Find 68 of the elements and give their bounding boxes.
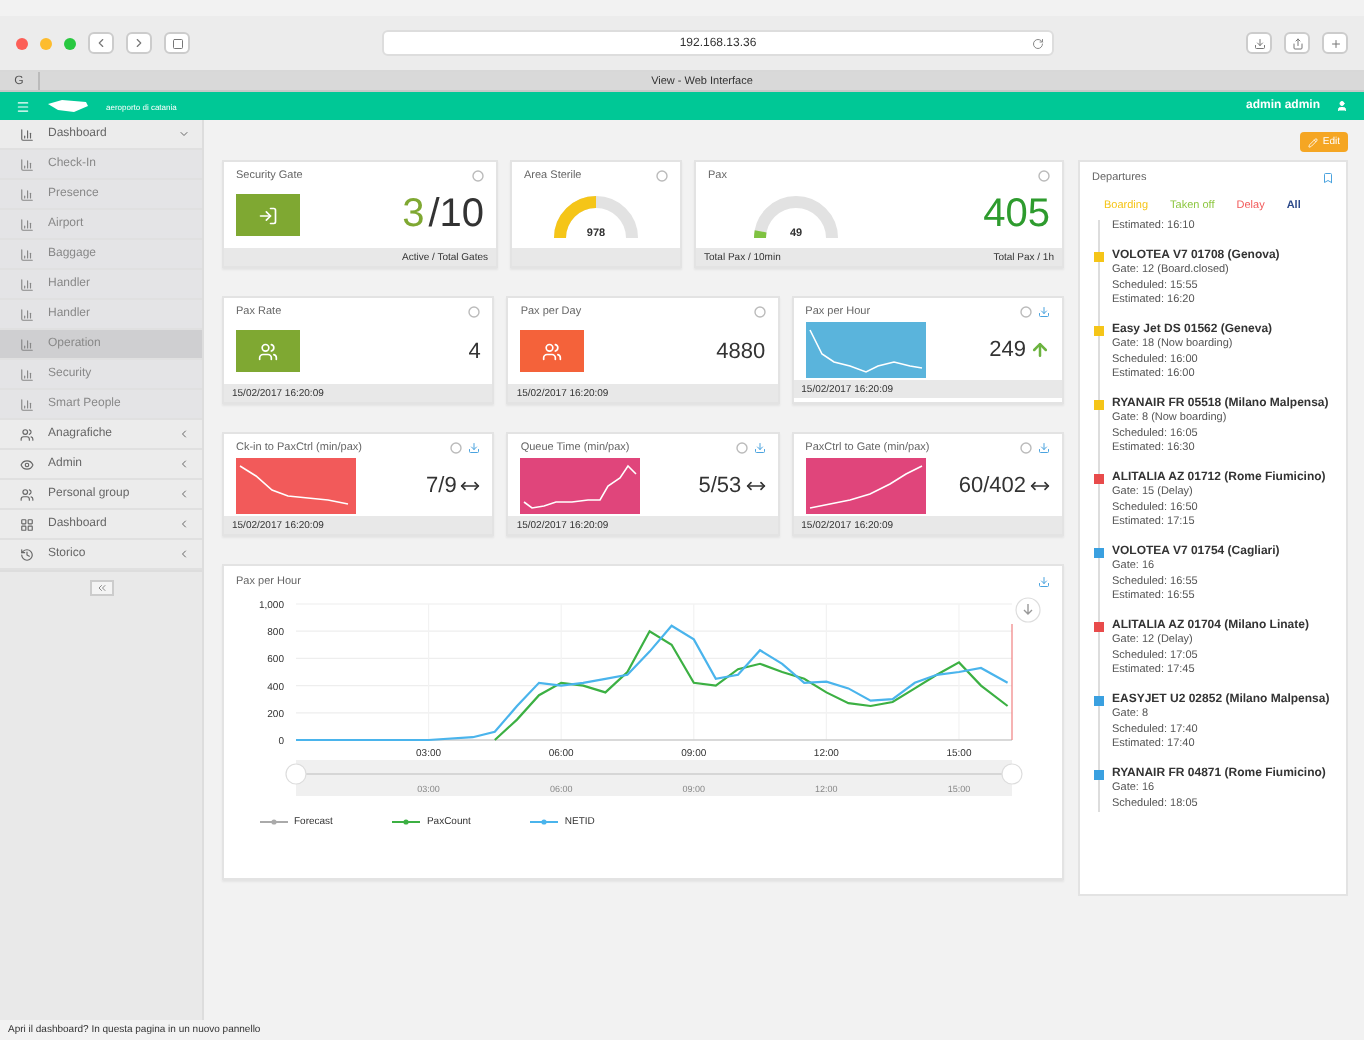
refresh-icon[interactable] (1038, 170, 1050, 182)
chevron-right-icon (132, 36, 146, 50)
chart-icon (20, 157, 34, 171)
section-icon (20, 517, 34, 531)
download-icon[interactable] (1038, 576, 1050, 588)
chevron-left-icon (178, 428, 190, 440)
reload-icon[interactable] (1032, 37, 1044, 49)
range-handle[interactable] (285, 763, 307, 785)
refresh-icon[interactable] (735, 442, 748, 454)
new-tab-button[interactable] (1322, 32, 1348, 54)
zoom-button[interactable] (64, 37, 76, 49)
chevron-left-icon (178, 488, 190, 500)
refresh-icon[interactable] (450, 442, 463, 454)
card-value: 7/9 (426, 473, 481, 497)
download-icon (1253, 37, 1265, 49)
sidebar-button[interactable] (164, 32, 190, 54)
bookmark-icon[interactable] (1322, 172, 1334, 184)
refresh-icon[interactable] (656, 170, 668, 182)
chevron-left-icon (178, 458, 190, 470)
chart-icon (20, 307, 34, 321)
chart-icon (20, 337, 34, 351)
refresh-icon[interactable] (472, 170, 484, 182)
range-handle[interactable] (1001, 763, 1023, 785)
close-button[interactable] (16, 37, 28, 49)
section-icon (20, 427, 34, 441)
share-button[interactable] (1284, 32, 1310, 54)
download-button[interactable] (1246, 32, 1272, 54)
section-icon (20, 547, 34, 561)
refresh-icon[interactable] (753, 306, 766, 318)
card-value: 4 (468, 339, 481, 363)
forward-button[interactable] (126, 32, 152, 54)
refresh-icon[interactable] (1019, 306, 1032, 318)
chevron-left-icon (178, 548, 190, 560)
chart-icon (20, 247, 34, 261)
card-value: 405 (983, 192, 1050, 238)
collapse-button[interactable] (89, 579, 113, 595)
chart-icon (20, 367, 34, 381)
menu-icon[interactable] (16, 99, 30, 113)
section-icon (20, 457, 34, 471)
refresh-icon[interactable] (468, 306, 481, 318)
card-value: 5/53 (698, 473, 766, 497)
section-icon (20, 487, 34, 501)
logo-icon (46, 98, 90, 114)
chart-icon (20, 187, 34, 201)
chart-icon (20, 277, 34, 291)
card-value: 249 (989, 337, 1050, 361)
chevron-left-icon (178, 518, 190, 530)
chart-icon (20, 217, 34, 231)
minimize-button[interactable] (40, 37, 52, 49)
download-icon[interactable] (1037, 442, 1050, 454)
card-value: 60/402 (958, 473, 1050, 497)
download-icon[interactable] (468, 442, 481, 454)
chevron-down-icon (178, 128, 190, 140)
chevron-left-icon (94, 36, 108, 50)
chart-icon (20, 397, 34, 411)
refresh-icon[interactable] (1019, 442, 1032, 454)
back-button[interactable] (88, 32, 114, 54)
user-icon[interactable] (1336, 100, 1348, 112)
card-value: 4880 (716, 339, 766, 363)
card-value: 3/10 (402, 192, 484, 238)
pencil-icon (1308, 137, 1319, 147)
sidebar-icon (171, 37, 183, 49)
section-icon (20, 127, 34, 141)
download-icon[interactable] (1037, 306, 1050, 318)
download-icon[interactable] (1015, 597, 1041, 623)
share-icon (1291, 37, 1303, 49)
plus-icon (1329, 37, 1341, 49)
download-icon[interactable] (753, 442, 766, 454)
